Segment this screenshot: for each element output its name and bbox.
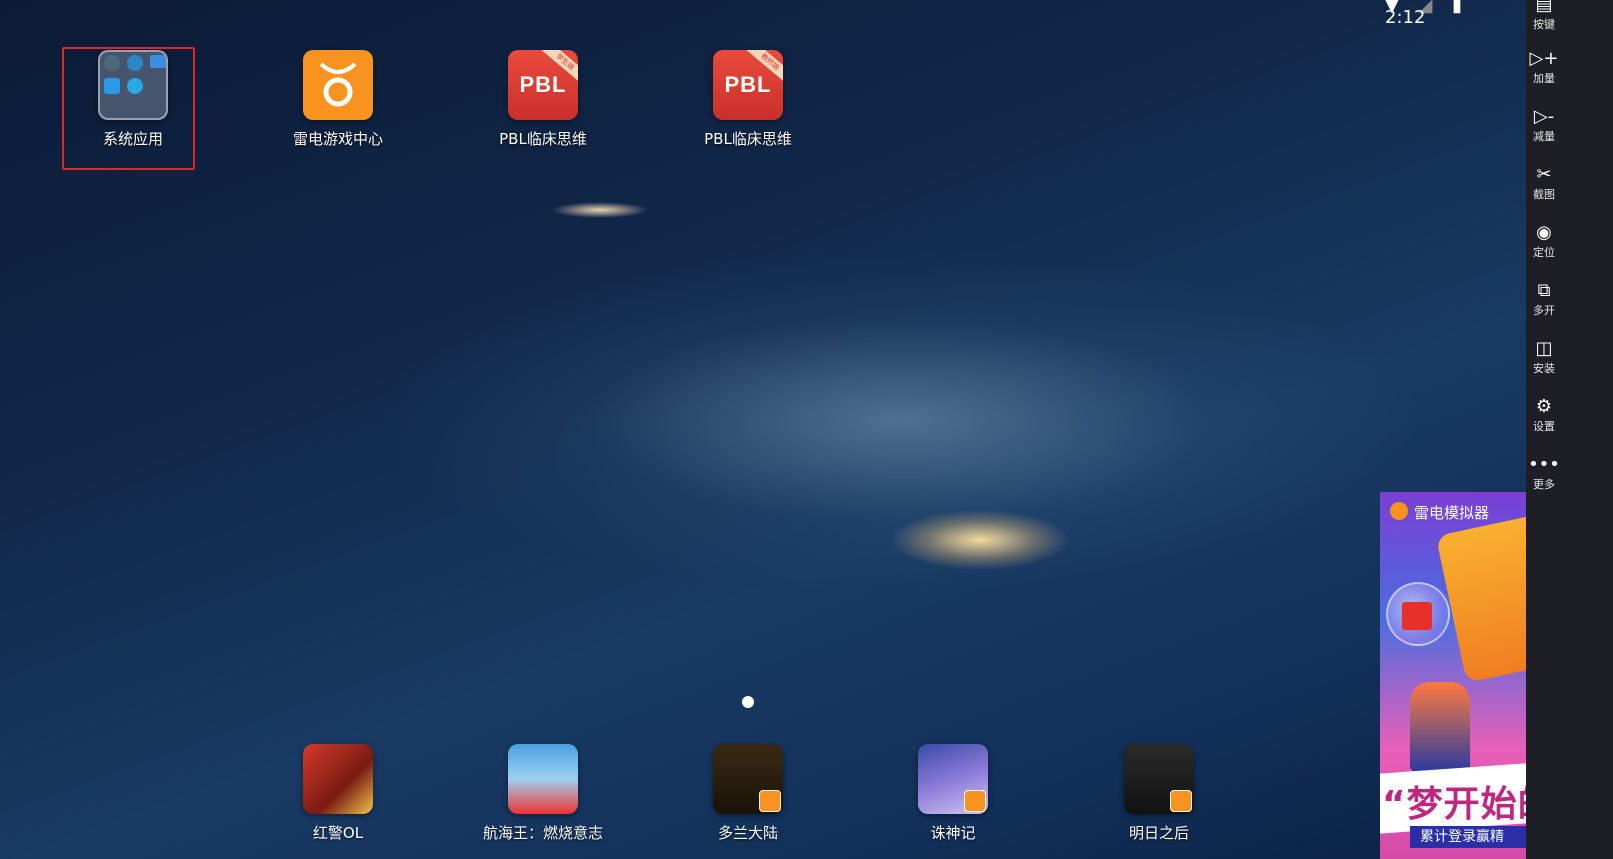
volume-down-icon: ▷- xyxy=(1533,106,1555,127)
app-label: 多兰大陆 xyxy=(717,824,778,842)
sidebar-item-settings[interactable]: ⚙ 设置 xyxy=(1526,396,1562,434)
ad-character-art xyxy=(1410,682,1470,772)
sidebar-item-volume-down[interactable]: ▷- 减量 xyxy=(1526,106,1562,144)
keyboard-icon: ▤ xyxy=(1535,0,1553,15)
dock-app-hongjing[interactable]: 红警OL xyxy=(263,744,413,843)
battery-icon: ▮ xyxy=(1452,0,1463,16)
sidebar-item-label: 按键 xyxy=(1533,18,1555,31)
multi-instance-icon: ⧉ xyxy=(1537,280,1551,301)
more-dots-icon: ••• xyxy=(1528,454,1560,475)
dock-app-onepiece[interactable]: 航海王：燃烧意志 xyxy=(468,744,618,843)
app-label: 航海王：燃烧意志 xyxy=(482,824,603,842)
pbl-icon: PBL 学生端 xyxy=(508,50,578,120)
pbl-icon: PBL 教师端 xyxy=(713,50,783,120)
sidebar-item-multi-open[interactable]: ⧉ 多开 xyxy=(1526,280,1562,318)
sidebar-item-label: 减量 xyxy=(1533,130,1555,143)
android-desktop: ▼ ◢ ▮ 2:12 系统应用 雷电游戏中心 PBL 学生端 PBL临床思维 P… xyxy=(0,0,1526,859)
sidebar-item-label: 安装 xyxy=(1533,362,1555,375)
pbl-icon-text: PBL xyxy=(519,72,567,97)
mingrizhihou-game-icon xyxy=(1124,744,1194,814)
app-label: 明日之后 xyxy=(1128,824,1189,842)
gear-icon: ⚙ xyxy=(1535,396,1553,417)
gift-icon xyxy=(1402,602,1432,630)
location-pin-icon: ◉ xyxy=(1536,222,1552,243)
leidian-badge-icon xyxy=(1170,790,1192,812)
page-indicator-dot[interactable] xyxy=(742,696,754,708)
dock-app-dolan[interactable]: 多兰大陆 xyxy=(673,744,823,843)
app-label: PBL临床思维 xyxy=(704,130,792,148)
sidebar-item-label: 设置 xyxy=(1533,420,1555,433)
game-center-icon xyxy=(303,50,373,120)
sidebar-item-label: 加量 xyxy=(1533,72,1555,85)
ad-brand: 雷电模拟器 xyxy=(1414,504,1490,522)
app-pbl-teacher[interactable]: PBL 教师端 PBL临床思维 xyxy=(673,50,823,149)
zhushenji-game-icon xyxy=(918,744,988,814)
sidebar-item-location[interactable]: ◉ 定位 xyxy=(1526,222,1562,260)
dock-app-mingrizhihou[interactable]: 明日之后 xyxy=(1084,744,1234,843)
leidian-badge-icon xyxy=(964,790,986,812)
sidebar-item-label: 多开 xyxy=(1533,304,1555,317)
sidebar-item-screenshot[interactable]: ✂ 截图 xyxy=(1526,164,1562,202)
emulator-sidebar: ▤ 按键 ▷+ 加量 ▷- 减量 ✂ 截图 ◉ 定位 ⧉ 多开 ◫ 安装 ⚙ 设… xyxy=(1526,0,1613,859)
app-label: 雷电游戏中心 xyxy=(292,130,383,148)
leidian-logo-icon xyxy=(1390,502,1408,520)
volume-up-icon: ▷+ xyxy=(1529,48,1559,69)
app-label: 诛神记 xyxy=(930,824,976,842)
sidebar-item-label: 截图 xyxy=(1533,188,1555,201)
app-pbl-student[interactable]: PBL 学生端 PBL临床思维 xyxy=(468,50,618,149)
app-label: PBL临床思维 xyxy=(499,130,587,148)
dock-app-zhushenji[interactable]: 诛神记 xyxy=(878,744,1028,843)
pbl-icon-text: PBL xyxy=(724,72,772,97)
dolan-game-icon xyxy=(713,744,783,814)
app-game-center[interactable]: 雷电游戏中心 xyxy=(263,50,413,149)
sidebar-item-more[interactable]: ••• 更多 xyxy=(1526,454,1562,492)
onepiece-game-icon xyxy=(508,744,578,814)
sidebar-item-keys[interactable]: ▤ 按键 xyxy=(1526,0,1562,32)
apk-install-icon: ◫ xyxy=(1535,338,1553,359)
leidian-badge-icon xyxy=(759,790,781,812)
status-time: 2:12 xyxy=(1385,7,1426,28)
sidebar-item-label: 定位 xyxy=(1533,246,1555,259)
sidebar-item-install[interactable]: ◫ 安装 xyxy=(1526,338,1562,376)
scissors-icon: ✂ xyxy=(1536,164,1552,185)
selection-highlight xyxy=(62,47,195,170)
sidebar-item-volume-up[interactable]: ▷+ 加量 xyxy=(1526,48,1562,86)
sidebar-item-label: 更多 xyxy=(1533,478,1555,491)
hongjing-game-icon xyxy=(303,744,373,814)
status-bar: ▼ ◢ ▮ 2:12 xyxy=(1385,0,1526,27)
app-label: 红警OL xyxy=(312,824,364,842)
